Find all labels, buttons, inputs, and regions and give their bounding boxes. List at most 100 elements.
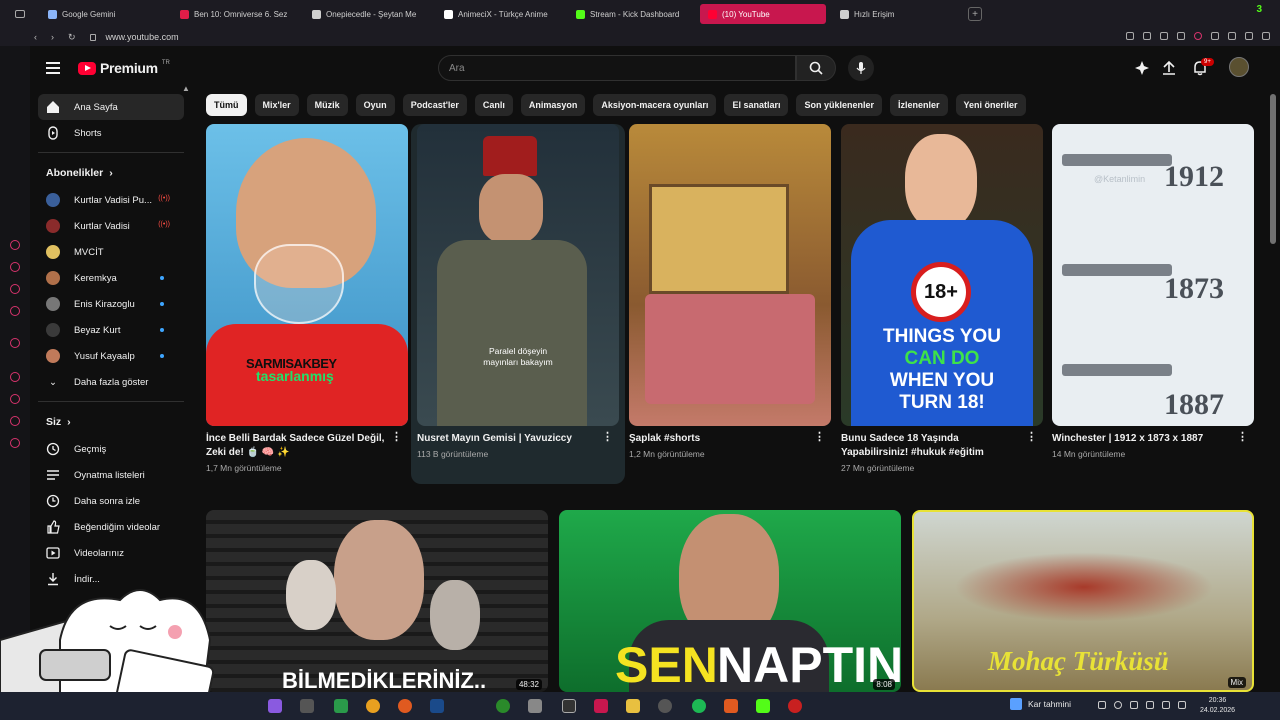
taskbar-app-icon[interactable] [562, 699, 576, 713]
taskbar-app-icon[interactable] [692, 699, 706, 713]
panel-icon[interactable] [10, 262, 20, 272]
filter-chip[interactable]: Oyun [355, 94, 395, 116]
upload-icon[interactable] [1161, 60, 1177, 76]
panel-icon[interactable] [10, 372, 20, 382]
sidebar-item-shorts[interactable]: Shorts [38, 120, 184, 146]
search-input[interactable]: Ara [438, 55, 796, 81]
sidebar-scroll-up-icon[interactable]: ▲ [182, 84, 190, 93]
taskbar-app-icon[interactable] [334, 699, 348, 713]
panel-icon[interactable] [10, 240, 20, 250]
filter-chip[interactable]: İzlenenler [890, 94, 948, 116]
sidebar-item-video[interactable]: Videolarınız [38, 540, 184, 566]
filter-chip[interactable]: Müzik [306, 94, 348, 116]
short-title[interactable]: Nusret Mayın Gemisi | Yavuziccy ⋮ [417, 432, 619, 446]
voice-search-button[interactable] [848, 55, 874, 81]
taskbar-app-icon[interactable] [788, 699, 802, 713]
taskbar-app-icon[interactable] [300, 699, 314, 713]
browser-tab[interactable]: Onepiecedle - Şeytan Me [304, 4, 430, 24]
filter-chip[interactable]: Yeni öneriler [955, 94, 1026, 116]
taskbar-app-icon[interactable] [724, 699, 738, 713]
panel-icon[interactable] [10, 416, 20, 426]
taskbar-app-icon[interactable] [398, 699, 412, 713]
browser-tab[interactable]: Ben 10: Omniverse 6. Sez [172, 4, 298, 24]
create-icon[interactable] [1134, 60, 1150, 76]
filter-chip[interactable]: El sanatları [724, 94, 789, 116]
taskbar-app-icon[interactable] [430, 699, 444, 713]
more-options-icon[interactable]: ⋮ [1026, 432, 1037, 443]
forward-icon[interactable]: › [51, 32, 54, 42]
short-card[interactable]: Paralel döşeyin mayınları bakayım Nusret… [417, 124, 619, 459]
video-thumbnail[interactable]: Mohaç Türküsü Mix [912, 510, 1254, 692]
browser-tab[interactable]: Hızlı Erişim [832, 4, 958, 24]
avatar[interactable] [1229, 57, 1249, 77]
short-thumbnail[interactable]: 18+ THINGS YOU CAN DO WHEN YOU TURN 18! [841, 124, 1043, 426]
taskbar-app-icon[interactable] [268, 699, 282, 713]
taskbar-app-icon[interactable] [594, 699, 608, 713]
taskbar-app-icon[interactable] [366, 699, 380, 713]
extension-icons[interactable] [1126, 32, 1270, 40]
youtube-logo[interactable]: Premium TR [78, 60, 170, 76]
browser-menu-icon[interactable] [0, 4, 40, 24]
sidebar-item-like[interactable]: Beğendiğim videolar [38, 514, 184, 540]
back-icon[interactable]: ‹ [34, 32, 37, 42]
short-card[interactable]: Şaplak #shorts ⋮ 1,2 Mn görüntüleme [629, 124, 831, 459]
notifications-button[interactable]: 9+ [1192, 58, 1214, 78]
taskbar-app-icon[interactable] [496, 699, 510, 713]
subscription-item[interactable]: Kurtlar Vadisi ((•)) [38, 213, 184, 239]
subscription-item[interactable]: MVCİT [38, 239, 184, 265]
subscription-item[interactable]: Beyaz Kurt [38, 317, 184, 343]
subscription-item[interactable]: Yusuf Kayaalp [38, 343, 184, 369]
taskbar-app-icon[interactable] [528, 699, 542, 713]
taskbar-app-icon[interactable] [626, 699, 640, 713]
panel-icon[interactable] [10, 438, 20, 448]
filter-chip[interactable]: Animasyon [520, 94, 586, 116]
taskbar-app-icon[interactable] [756, 699, 770, 713]
more-options-icon[interactable]: ⋮ [1237, 432, 1248, 443]
short-card[interactable]: 18+ THINGS YOU CAN DO WHEN YOU TURN 18! … [841, 124, 1043, 473]
browser-tab[interactable]: AnimeciX - Türkçe Anime [436, 4, 562, 24]
search-button[interactable] [796, 55, 836, 81]
filter-chip[interactable]: Podcast'ler [402, 94, 467, 116]
short-card[interactable]: @Ketanlimin 1912 1873 1887 Winchester | … [1052, 124, 1254, 459]
browser-tab[interactable]: (10) YouTube [700, 4, 826, 24]
more-options-icon[interactable]: ⋮ [602, 432, 613, 443]
filter-chip[interactable]: Canlı [474, 94, 513, 116]
short-title[interactable]: Winchester | 1912 x 1873 x 1887 ⋮ [1052, 432, 1254, 446]
tray-icons[interactable] [1098, 701, 1186, 709]
browser-tab[interactable]: Stream - Kick Dashboard [568, 4, 694, 24]
filter-chip[interactable]: Aksiyon-macera oyunları [593, 94, 717, 116]
filter-chip[interactable]: Son yüklenenler [796, 94, 882, 116]
hamburger-menu-icon[interactable] [46, 62, 60, 74]
page-scrollbar[interactable] [1270, 94, 1276, 244]
filter-chip[interactable]: Tümü [206, 94, 247, 116]
panel-icon[interactable] [10, 338, 20, 348]
panel-icon[interactable] [10, 284, 20, 294]
show-more-button[interactable]: ⌄ Daha fazla göster [38, 369, 184, 395]
more-options-icon[interactable]: ⋮ [391, 432, 402, 443]
more-options-icon[interactable]: ⋮ [814, 432, 825, 443]
short-thumbnail[interactable]: SARMISAKBEY tasarlanmış [206, 124, 408, 426]
taskbar-clock[interactable]: 20:36 24.02.2026 [1200, 696, 1235, 716]
url-field[interactable]: www.youtube.com [106, 32, 179, 42]
short-title[interactable]: Bunu Sadece 18 Yaşında Yapabilirsiniz! #… [841, 432, 1043, 460]
short-card[interactable]: SARMISAKBEY tasarlanmış İnce Belli Barda… [206, 124, 408, 473]
taskbar-weather[interactable]: Kar tahmini [1010, 698, 1071, 710]
panel-icon[interactable] [10, 394, 20, 404]
short-thumbnail[interactable]: Paralel döşeyin mayınları bakayım [417, 124, 619, 426]
new-tab-button[interactable]: + [968, 7, 982, 21]
sidebar-item-playlist[interactable]: Oynatma listeleri [38, 462, 184, 488]
video-thumbnail[interactable]: SEN NAPTIN? 8:08 [559, 510, 901, 692]
short-title[interactable]: İnce Belli Bardak Sadece Güzel Değil, Ze… [206, 432, 408, 460]
browser-tab[interactable]: Google Gemini [40, 4, 166, 24]
sidebar-item-home[interactable]: Ana Sayfa [38, 94, 184, 120]
short-thumbnail[interactable]: @Ketanlimin 1912 1873 1887 [1052, 124, 1254, 426]
subscriptions-header[interactable]: Abonelikler › [38, 159, 184, 187]
sidebar-item-clock[interactable]: Daha sonra izle [38, 488, 184, 514]
subscription-item[interactable]: Enis Kirazoglu [38, 291, 184, 317]
taskbar-app-icon[interactable] [658, 699, 672, 713]
you-header[interactable]: Siz › [38, 408, 184, 436]
short-title[interactable]: Şaplak #shorts ⋮ [629, 432, 831, 446]
sidebar-item-history[interactable]: Geçmiş [38, 436, 184, 462]
subscription-item[interactable]: Kurtlar Vadisi Pu... ((•)) [38, 187, 184, 213]
short-thumbnail[interactable] [629, 124, 831, 426]
